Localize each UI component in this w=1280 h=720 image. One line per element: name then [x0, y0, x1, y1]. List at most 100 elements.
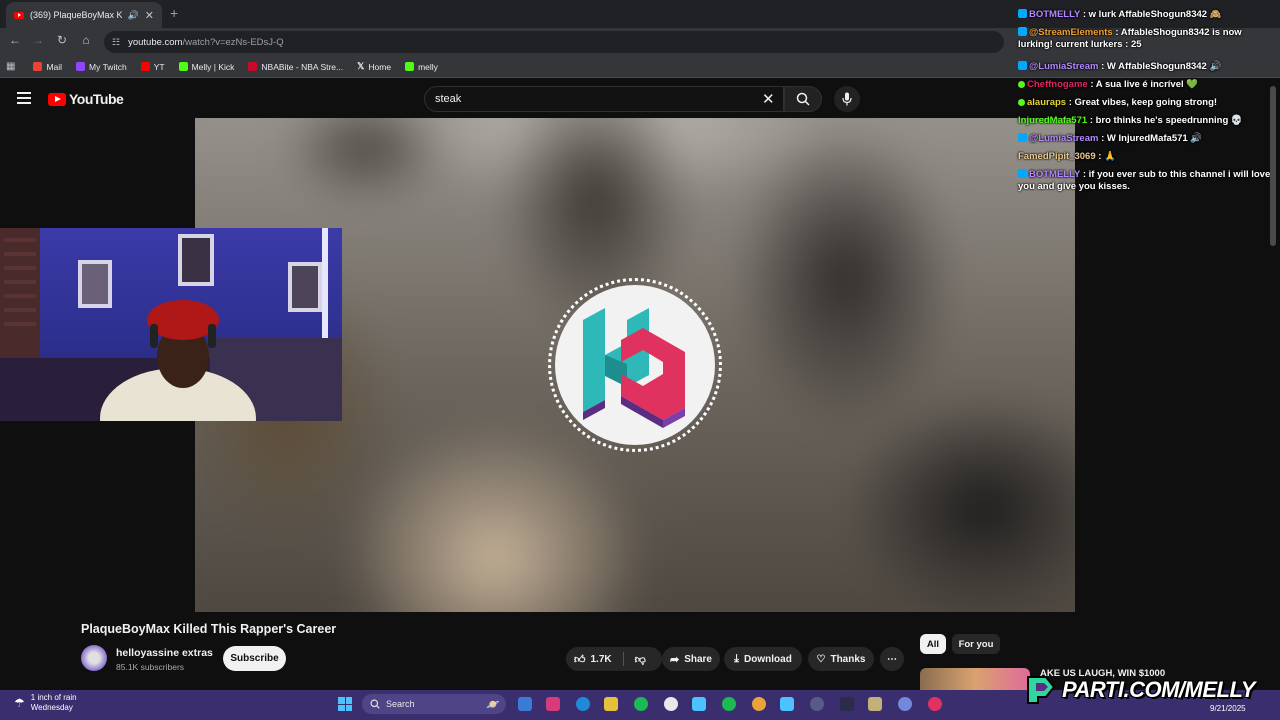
url-path: /watch?v=ezNs-EDsJ-Q — [182, 36, 284, 48]
chat-username: alauraps — [1027, 97, 1067, 108]
kick-icon — [178, 62, 188, 71]
media-player-icon[interactable] — [810, 697, 824, 711]
bookmark-melly-kick[interactable]: Melly | Kick — [178, 62, 234, 72]
search-button[interactable] — [784, 86, 822, 112]
gmail-icon — [33, 62, 43, 71]
site-info-icon[interactable]: ☷ — [112, 37, 120, 48]
map-pin-icon[interactable] — [928, 697, 942, 711]
recommended-video-thumbnail[interactable] — [920, 668, 1030, 690]
copilot-icon[interactable] — [546, 697, 560, 711]
xbox-icon[interactable] — [634, 697, 648, 711]
chat-username: Cheffnogame — [1027, 79, 1088, 90]
chip-all[interactable]: All — [920, 634, 946, 654]
chat-message: BOTMELLY : if you ever sub to this chann… — [1018, 169, 1276, 193]
twitch-icon — [76, 62, 86, 71]
channel-logo-overlay — [548, 278, 722, 452]
voice-search-button[interactable] — [834, 86, 860, 112]
page-scrollbar[interactable] — [1270, 86, 1276, 246]
bookmark-yt[interactable]: YT — [140, 62, 165, 72]
chat-text: : bro thinks he's speedrunning 💀 — [1089, 115, 1243, 126]
chat-text: : Great vibes, keep going strong! — [1068, 97, 1218, 108]
like-count: 1.7K — [590, 653, 612, 665]
download-icon: ⤓ — [734, 652, 740, 665]
dislike-button[interactable]: 👎︎ — [635, 653, 646, 666]
x-logo-icon: 𝕏 — [357, 61, 365, 71]
spotify-icon[interactable] — [722, 697, 736, 711]
channel-avatar[interactable] — [81, 645, 107, 671]
chat-badge-icon — [1018, 9, 1027, 18]
chat-message: @StreamElements : AffableShogun8342 is n… — [1018, 27, 1276, 51]
webcam-scene — [0, 228, 342, 421]
reload-icon[interactable]: ↻ — [53, 33, 71, 47]
chat-badge-icon — [1018, 61, 1027, 70]
speaker-icon: 🔊 — [127, 9, 139, 20]
chat-username: BOTMELLY — [1029, 9, 1081, 20]
home-icon[interactable]: ⌂ — [77, 33, 95, 47]
kick-icon — [405, 62, 415, 71]
bookmark-melly[interactable]: melly — [405, 62, 438, 72]
search-icon — [796, 92, 810, 106]
windows-start-icon[interactable] — [338, 697, 352, 711]
chat-username: @LumiaStream — [1029, 133, 1099, 144]
bookmark-my-twitch[interactable]: My Twitch — [76, 62, 127, 72]
chrome-icon[interactable] — [752, 697, 766, 711]
like-dislike-group: 👍︎ 1.7K 👎︎ — [566, 647, 662, 671]
edge-icon[interactable] — [576, 697, 590, 711]
menu-icon[interactable] — [17, 92, 31, 104]
parti-banner: PARTI.COM/MELLY — [1024, 672, 1278, 708]
youtube-icon — [140, 62, 150, 71]
subscribe-button[interactable]: Subscribe — [223, 646, 286, 671]
heart-dollar-icon: ♡ — [816, 653, 826, 665]
more-actions-button[interactable]: ⋯ — [880, 647, 904, 671]
back-arrow-icon[interactable]: ← — [6, 33, 24, 47]
chip-for-you[interactable]: For you — [952, 634, 1000, 654]
chat-message: BOTMELLY : w lurk AffableShogun8342 🙈 — [1018, 9, 1276, 21]
address-bar[interactable]: ☷ youtube.com/watch?v=ezNs-EDsJ-Q — [104, 31, 1004, 53]
thumbs-down-icon: 👎︎ — [634, 653, 646, 666]
photoshop-icon[interactable] — [868, 697, 882, 711]
chat-badge-icon — [1018, 169, 1027, 178]
chat-username: InjuredMafa571 — [1018, 115, 1088, 126]
obs-icon[interactable] — [664, 697, 678, 711]
more-horizontal-icon: ⋯ — [887, 653, 897, 665]
thanks-button[interactable]: ♡ Thanks — [808, 647, 874, 671]
bookmark-nbabite[interactable]: NBABite - NBA Stre... — [248, 62, 343, 72]
search-input[interactable]: steak — [424, 86, 784, 112]
file-explorer-icon[interactable] — [604, 697, 618, 711]
like-button[interactable]: 👍︎ 1.7K — [574, 653, 612, 666]
download-button[interactable]: ⤓ Download — [724, 647, 802, 671]
saturn-icon: 🪐 — [486, 698, 500, 711]
chat-text: : w lurk AffableShogun8342 🙈 — [1082, 9, 1222, 20]
discord-icon[interactable] — [898, 697, 912, 711]
new-tab-icon[interactable]: + — [170, 5, 178, 21]
thumbs-up-icon: 👍︎ — [574, 653, 586, 666]
apps-grid-icon[interactable]: ▦ — [6, 61, 15, 72]
task-view-icon[interactable] — [518, 697, 532, 711]
browser-tab[interactable]: (369) PlaqueBoyMax Killed 🔊 ✕ — [6, 2, 162, 28]
channel-subscriber-count: 85.1K subscribers — [116, 662, 185, 672]
tab-close-icon[interactable]: ✕ — [145, 9, 154, 22]
chat-username: @StreamElements — [1029, 27, 1113, 38]
chat-text: : 🙏 — [1098, 151, 1116, 162]
chat-message: FamedPipit_3069 : 🙏 — [1018, 151, 1276, 163]
forward-arrow-icon[interactable]: → — [29, 33, 47, 47]
chat-username: FamedPipit_3069 — [1018, 151, 1096, 162]
parti-logo-icon — [1027, 676, 1056, 704]
store-icon[interactable] — [692, 697, 706, 711]
weather-widget[interactable]: ☂ 1 inch of rain Wednesday — [14, 693, 77, 713]
terminal-icon[interactable] — [840, 697, 854, 711]
youtube-logo[interactable]: YouTube — [48, 91, 124, 107]
hy-logo-icon — [583, 308, 685, 428]
nba-icon — [248, 62, 258, 71]
photos-icon[interactable] — [780, 697, 794, 711]
bookmark-home[interactable]: 𝕏 Home — [357, 61, 391, 72]
youtube-play-icon — [48, 92, 66, 106]
bookmark-mail[interactable]: Mail — [33, 62, 62, 72]
chat-message: Cheffnogame : A sua live é incrível 💚 — [1018, 79, 1276, 91]
share-button[interactable]: ➦ Share — [662, 647, 720, 671]
taskbar-search[interactable]: Search 🪐 — [362, 694, 506, 714]
channel-name[interactable]: helloyassine extras — [116, 647, 213, 659]
clear-search-icon[interactable]: ✕ — [762, 90, 775, 108]
search-icon — [370, 699, 380, 709]
chat-message: @LumiaStream : W InjuredMafa571 🔊 — [1018, 133, 1276, 145]
